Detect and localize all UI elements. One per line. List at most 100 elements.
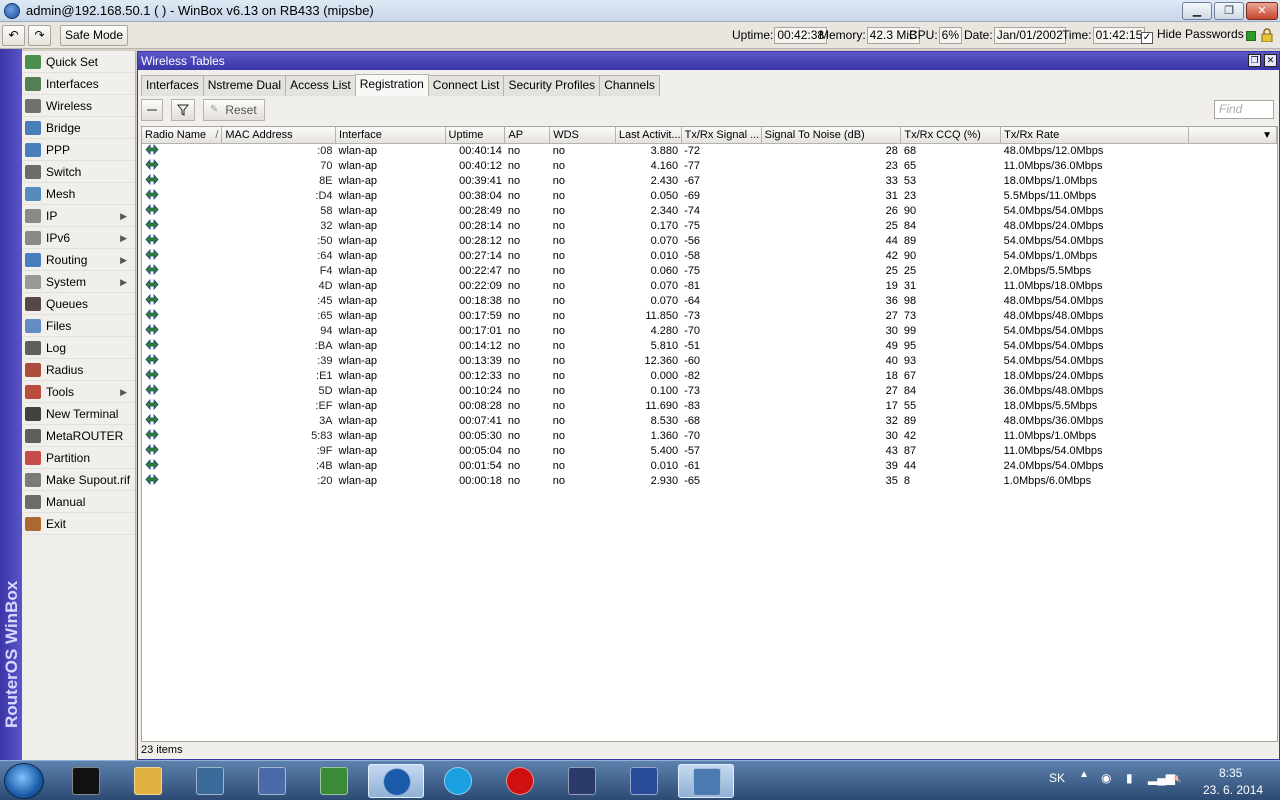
table-row[interactable]: :E1 wlan-ap 00:12:33 no no 0.000 -82 18 67 18.0Mb… bbox=[142, 368, 1277, 384]
language-indicator[interactable]: SK bbox=[1049, 771, 1065, 785]
close-button[interactable]: ✕ bbox=[1246, 2, 1278, 20]
table-row[interactable]: 70 wlan-ap 00:40:12 no no 4.160 -77 23 65 11.0Mbp… bbox=[142, 158, 1277, 174]
table-row[interactable]: 4D wlan-ap 00:22:09 no no 0.070 -81 19 31 11.0Mbp… bbox=[142, 278, 1277, 294]
sidebar-item-switch[interactable]: Switch bbox=[22, 161, 135, 183]
taskbar-download-button[interactable] bbox=[554, 764, 610, 798]
taskbar-winbox-button[interactable] bbox=[368, 764, 424, 798]
column-header-wds[interactable]: WDS bbox=[549, 127, 616, 144]
taskbar-security-button[interactable] bbox=[306, 764, 362, 798]
hide-passwords-toggle[interactable]: ✓ Hide Passwords bbox=[1141, 27, 1244, 44]
table-row[interactable]: 5D wlan-ap 00:10:24 no no 0.100 -73 27 84 36.0Mbp… bbox=[142, 383, 1277, 399]
tab-connect-list[interactable]: Connect List bbox=[427, 75, 505, 96]
clock-date[interactable]: 23. 6. 2014 bbox=[1203, 783, 1263, 797]
sidebar-item-system[interactable]: System ▶ bbox=[22, 271, 135, 293]
sidebar-item-wireless[interactable]: Wireless bbox=[22, 95, 135, 117]
taskbar-control-panel-button[interactable] bbox=[678, 764, 734, 798]
sidebar-item-make-supout-rif[interactable]: Make Supout.rif bbox=[22, 469, 135, 491]
table-row[interactable]: :39 wlan-ap 00:13:39 no no 12.360 -60 40 93 54.0M… bbox=[142, 353, 1277, 369]
network-tray-icon[interactable]: ◉ bbox=[1101, 771, 1111, 785]
sidebar-item-interfaces[interactable]: Interfaces bbox=[22, 73, 135, 95]
start-button[interactable] bbox=[4, 763, 44, 799]
sidebar-item-ip[interactable]: IP ▶ bbox=[22, 205, 135, 227]
column-chooser-button[interactable]: ▼ bbox=[1188, 127, 1277, 144]
taskbar-cmd-button[interactable] bbox=[58, 764, 114, 798]
table-row[interactable]: 32 wlan-ap 00:28:14 no no 0.170 -75 25 84 48.0Mbp… bbox=[142, 218, 1277, 234]
tab-security-profiles[interactable]: Security Profiles bbox=[503, 75, 601, 96]
table-row[interactable]: 8E wlan-ap 00:39:41 no no 2.430 -67 33 53 18.0Mbp… bbox=[142, 173, 1277, 189]
taskbar-skype-button[interactable] bbox=[430, 764, 486, 798]
sidebar-item-quick-set[interactable]: Quick Set bbox=[22, 51, 135, 73]
sidebar-item-radius[interactable]: Radius bbox=[22, 359, 135, 381]
table-row[interactable]: :4B wlan-ap 00:01:54 no no 0.010 -61 39 44 24.0Mb… bbox=[142, 458, 1277, 474]
tab-registration[interactable]: Registration bbox=[354, 74, 429, 96]
sidebar-item-mesh[interactable]: Mesh bbox=[22, 183, 135, 205]
table-row[interactable]: :45 wlan-ap 00:18:38 no no 0.070 -64 36 98 48.0Mb… bbox=[142, 293, 1277, 309]
sidebar-item-exit[interactable]: Exit bbox=[22, 513, 135, 535]
column-header-tx-rx-signal[interactable]: Tx/Rx Signal ... bbox=[681, 127, 762, 144]
column-header-radio-name[interactable]: Radio Name / bbox=[142, 127, 223, 144]
table-row[interactable]: 5:83 wlan-ap 00:05:30 no no 1.360 -70 30 42 11.0M… bbox=[142, 428, 1277, 444]
mac-cell: 70 bbox=[320, 159, 333, 172]
table-row[interactable]: :64 wlan-ap 00:27:14 no no 0.010 -58 42 90 54.0Mb… bbox=[142, 248, 1277, 264]
sidebar-item-routing[interactable]: Routing ▶ bbox=[22, 249, 135, 271]
table-row[interactable]: :08 wlan-ap 00:40:14 no no 3.880 -72 28 68 48.0Mb… bbox=[142, 143, 1277, 159]
minimize-button[interactable]: ▁ bbox=[1182, 2, 1212, 20]
uptime-cell: 00:22:47 bbox=[459, 264, 502, 277]
column-header-uptime[interactable]: Uptime bbox=[445, 127, 506, 144]
table-row[interactable]: :BA wlan-ap 00:14:12 no no 5.810 -51 49 95 54.0Mb… bbox=[142, 338, 1277, 354]
maximize-button[interactable]: ❐ bbox=[1214, 2, 1244, 20]
table-row[interactable]: :D4 wlan-ap 00:38:04 no no 0.050 -69 31 23 5.5Mbp… bbox=[142, 188, 1277, 204]
sidebar-item-new-terminal[interactable]: New Terminal bbox=[22, 403, 135, 425]
sidebar-item-queues[interactable]: Queues bbox=[22, 293, 135, 315]
show-hidden-icons-icon[interactable]: ▲ bbox=[1079, 769, 1089, 780]
sidebar-item-metarouter[interactable]: MetaROUTER bbox=[22, 425, 135, 447]
taskbar-network-button[interactable] bbox=[182, 764, 238, 798]
table-row[interactable]: :EF wlan-ap 00:08:28 no no 11.690 -83 17 55 18.0M… bbox=[142, 398, 1277, 414]
column-header-mac-address[interactable]: MAC Address bbox=[221, 127, 337, 144]
safe-mode-button[interactable]: Safe Mode bbox=[60, 25, 128, 46]
reset-button[interactable]: ✎ Reset bbox=[203, 99, 265, 121]
volume-muted-icon[interactable]: 🔇︎ bbox=[1174, 771, 1182, 786]
sidebar-item-log[interactable]: Log bbox=[22, 337, 135, 359]
tab-interfaces[interactable]: Interfaces bbox=[141, 75, 204, 96]
column-header-tx-rx-rate[interactable]: Tx/Rx Rate bbox=[1000, 127, 1189, 144]
sidebar-item-ipv6[interactable]: IPv6 ▶ bbox=[22, 227, 135, 249]
remove-button[interactable] bbox=[141, 99, 163, 121]
column-header-signal-to-noise-db[interactable]: Signal To Noise (dB) bbox=[761, 127, 902, 144]
undo-button[interactable]: ↶ bbox=[2, 25, 25, 46]
column-header-last-activit[interactable]: Last Activit... bbox=[615, 127, 682, 144]
table-row[interactable]: 94 wlan-ap 00:17:01 no no 4.280 -70 30 99 54.0Mbp… bbox=[142, 323, 1277, 339]
taskbar-opera-button[interactable] bbox=[492, 764, 548, 798]
taskbar-explorer-button[interactable] bbox=[120, 764, 176, 798]
sidebar-item-ppp[interactable]: PPP bbox=[22, 139, 135, 161]
sidebar-item-manual[interactable]: Manual bbox=[22, 491, 135, 513]
table-row[interactable]: :50 wlan-ap 00:28:12 no no 0.070 -56 44 89 54.0Mb… bbox=[142, 233, 1277, 249]
sidebar-item-partition[interactable]: Partition bbox=[22, 447, 135, 469]
taskbar-virtualbox-button[interactable] bbox=[244, 764, 300, 798]
battery-icon[interactable]: ▮ bbox=[1126, 771, 1133, 785]
tab-channels[interactable]: Channels bbox=[599, 75, 660, 96]
signal-icon[interactable]: ▂▄▆ bbox=[1148, 771, 1175, 785]
tab-nstreme-dual[interactable]: Nstreme Dual bbox=[202, 75, 287, 96]
column-header-interface[interactable]: Interface bbox=[335, 127, 446, 144]
sidebar-item-tools[interactable]: Tools ▶ bbox=[22, 381, 135, 403]
table-row[interactable]: :20 wlan-ap 00:00:18 no no 2.930 -65 35 8 1.0Mbps… bbox=[142, 473, 1277, 489]
restore-window-icon[interactable]: ❐ bbox=[1248, 54, 1261, 67]
column-header-ap[interactable]: AP bbox=[504, 127, 551, 144]
redo-button[interactable]: ↷ bbox=[28, 25, 51, 46]
table-row[interactable]: :65 wlan-ap 00:17:59 no no 11.850 -73 27 73 48.0M… bbox=[142, 308, 1277, 324]
hide-passwords-checkbox[interactable]: ✓ bbox=[1141, 32, 1153, 44]
find-input[interactable]: Find bbox=[1214, 100, 1274, 119]
column-header-tx-rx-ccq[interactable]: Tx/Rx CCQ (%) bbox=[900, 127, 1002, 144]
close-window-icon[interactable]: ✕ bbox=[1264, 54, 1277, 67]
sidebar-item-files[interactable]: Files bbox=[22, 315, 135, 337]
table-row[interactable]: 3A wlan-ap 00:07:41 no no 8.530 -68 32 89 48.0Mbp… bbox=[142, 413, 1277, 429]
taskbar-remote-desktop-button[interactable] bbox=[616, 764, 672, 798]
table-row[interactable]: 58 wlan-ap 00:28:49 no no 2.340 -74 26 90 54.0Mbp… bbox=[142, 203, 1277, 219]
table-row[interactable]: F4 wlan-ap 00:22:47 no no 0.060 -75 25 25 2.0Mbps… bbox=[142, 263, 1277, 279]
filter-button[interactable] bbox=[171, 99, 195, 121]
clock-time[interactable]: 8:35 bbox=[1219, 766, 1242, 780]
sidebar-item-bridge[interactable]: Bridge bbox=[22, 117, 135, 139]
tab-access-list[interactable]: Access List bbox=[285, 75, 356, 96]
table-row[interactable]: :9F wlan-ap 00:05:04 no no 5.400 -57 43 87 11.0Mb… bbox=[142, 443, 1277, 459]
